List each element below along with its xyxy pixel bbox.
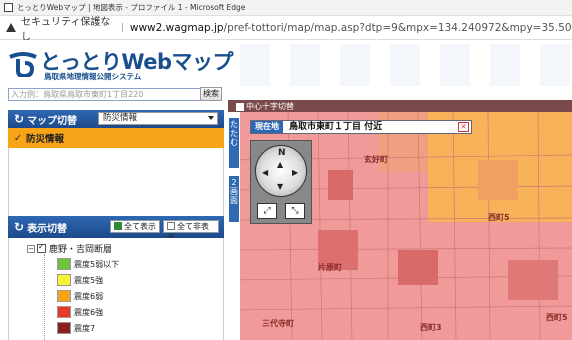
legend-item: 震度5弱以下 (57, 258, 119, 270)
collapse-icon[interactable]: − (27, 244, 35, 253)
legend-item: 震度6強 (57, 306, 103, 318)
chevron-down-icon (208, 116, 214, 120)
legend-swatch (57, 322, 71, 334)
tree-connector (44, 254, 45, 340)
refresh-icon: ↻ (14, 220, 25, 234)
north-indicator: N (278, 148, 286, 158)
collapse-panel-label: たたむ (230, 120, 238, 147)
map-navigation-pad: N ▲ ▼ ◀ ▶ ⤢ ⤡ (250, 140, 312, 224)
legend-swatch (57, 274, 71, 286)
address-search-input[interactable]: 入力例：鳥取県鳥取市東町1丁目220 (8, 88, 202, 101)
legend-label: 震度5強 (74, 275, 104, 285)
site-header: とっとりWebマップ 鳥取県地理情報公開システム (0, 40, 572, 86)
legend-swatch (57, 290, 71, 302)
arrow-left-icon[interactable]: ◀ (262, 168, 268, 177)
warning-icon[interactable] (6, 23, 16, 32)
legend-swatch (57, 258, 71, 270)
map-switch-title: マップ切替 (27, 115, 78, 127)
location-label: 現在地 (251, 121, 283, 133)
map-select-value: 防災情報 (103, 113, 138, 123)
window-title: とっとりWebマップ | 地図表示 - プロファイル 1 - Microsoft… (17, 3, 246, 12)
url-path: /pref-tottori/map/map.asp?dtp=9&mpx=134.… (223, 21, 572, 34)
hide-all-button[interactable]: 全て非表示 (163, 220, 219, 242)
location-value: 鳥取市東町１丁目 付近 (289, 122, 383, 132)
map-label: 玄好町 (364, 155, 388, 164)
display-switch-title: 表示切替 (27, 223, 68, 235)
address-separator: | (120, 22, 124, 33)
map-list-item-bousai[interactable]: ✓ 防災情報 (8, 128, 224, 148)
map-label: 片原町 (318, 263, 342, 272)
legend-label: 震度7 (74, 323, 96, 333)
close-icon[interactable]: ✕ (458, 122, 469, 132)
tree-root-item[interactable]: − 鹿野・吉岡断層 (27, 242, 112, 255)
arrow-down-icon[interactable]: ▼ (277, 182, 283, 191)
location-bar: 現在地 鳥取市東町１丁目 付近 ✕ (250, 120, 472, 134)
legend-item: 震度7 (57, 322, 95, 334)
two-screen-button[interactable]: 2画面 (229, 176, 239, 222)
header-decoration (240, 44, 572, 86)
crosshair-toggle[interactable]: 中心十字切替 (236, 101, 294, 112)
tree-root-label: 鹿野・吉岡断層 (49, 245, 113, 255)
logo-icon (9, 52, 37, 77)
url-host: www2.wagmap.jp (129, 21, 224, 34)
pan-control[interactable]: N ▲ ▼ ◀ ▶ (255, 145, 307, 197)
legend-swatch (57, 306, 71, 318)
map-list-item-label: 防災情報 (25, 134, 64, 145)
collapse-panel-button[interactable]: たたむ (229, 118, 239, 168)
legend-label: 震度6強 (74, 307, 104, 317)
browser-icon (4, 3, 13, 12)
map-label: 西町5 (546, 313, 568, 322)
address-bar[interactable]: セキュリティ保護なし | www2.wagmap.jp/pref-tottori… (0, 13, 572, 43)
refresh-icon: ↻ (14, 112, 25, 126)
show-all-button[interactable]: 全て表示 (110, 220, 160, 233)
arrow-right-icon[interactable]: ▶ (292, 168, 298, 177)
legend-item: 震度6弱 (57, 290, 103, 302)
crosshair-label: 中心十字切替 (246, 102, 294, 111)
map-list (8, 148, 224, 216)
checkbox-checked-icon (114, 222, 122, 230)
layer-checkbox[interactable] (37, 242, 46, 253)
security-label[interactable]: セキュリティ保護なし (21, 13, 115, 43)
zoom-out-button[interactable]: ⤡ (285, 203, 305, 219)
crosshair-checkbox[interactable] (236, 102, 244, 111)
legend-item: 震度5強 (57, 274, 103, 286)
check-icon: ✓ (14, 132, 22, 144)
two-screen-label: 2画面 (230, 178, 238, 205)
map-label: 西町3 (420, 323, 442, 332)
map-label: 三代寺町 (262, 319, 294, 328)
legend-label: 震度5弱以下 (74, 259, 120, 269)
checkbox-empty-icon (167, 222, 175, 230)
layer-tree: − 鹿野・吉岡断層 震度5弱以下 震度5強 震度6弱 震度6強 震度7 (8, 238, 224, 340)
logo-subtitle: 鳥取県地理情報公開システム (44, 72, 142, 81)
url-text[interactable]: www2.wagmap.jp/pref-tottori/map/map.asp?… (130, 22, 572, 34)
show-all-label: 全て表示 (124, 222, 156, 231)
map-label: 西町5 (488, 213, 510, 222)
arrow-up-icon[interactable]: ▲ (277, 160, 283, 169)
legend-label: 震度6弱 (74, 291, 104, 301)
search-button[interactable]: 検索 (200, 87, 222, 101)
map-select[interactable]: 防災情報 (98, 112, 218, 125)
zoom-in-button[interactable]: ⤢ (257, 203, 277, 219)
